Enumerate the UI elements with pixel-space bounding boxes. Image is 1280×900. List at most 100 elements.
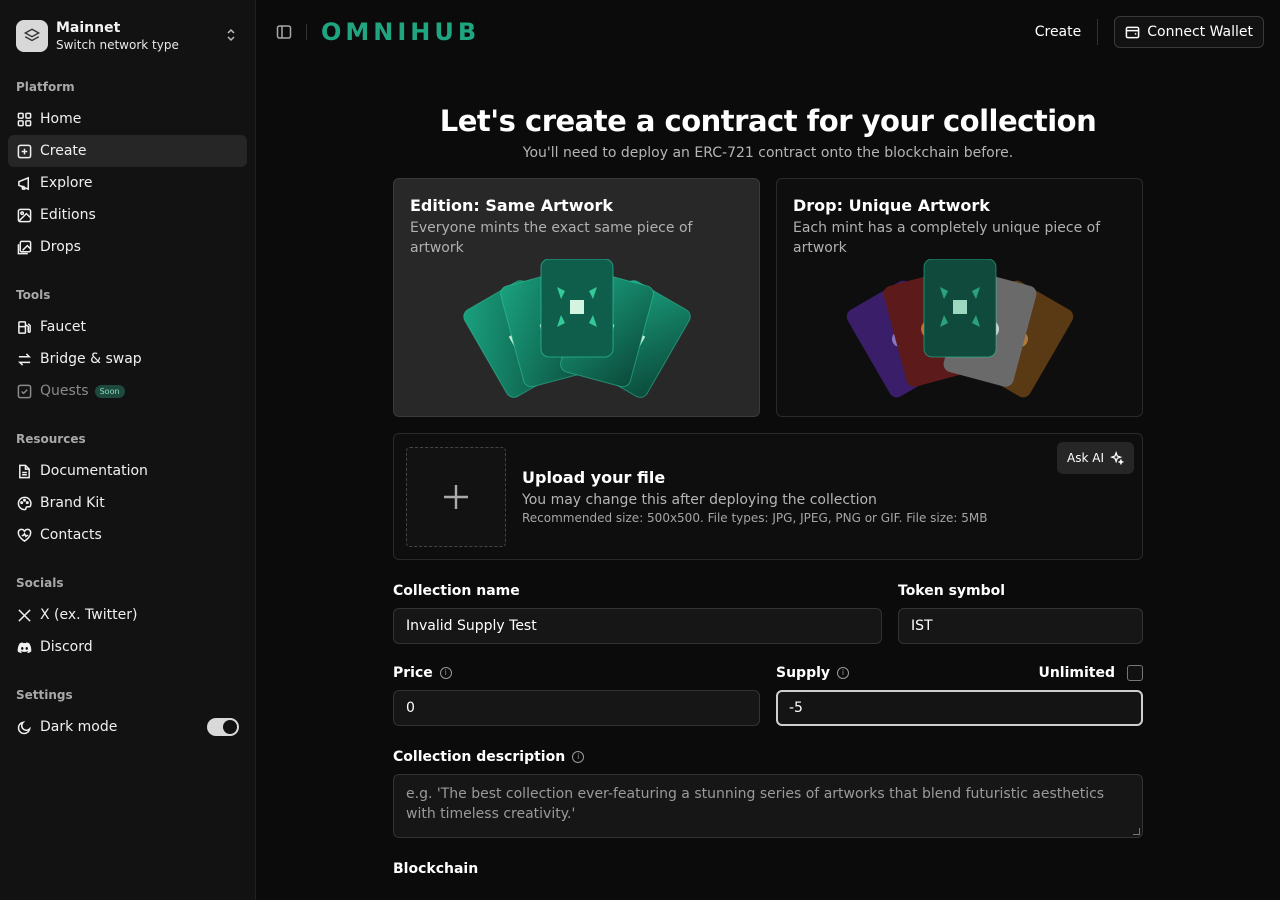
page-subtitle: You'll need to deploy an ERC-721 contrac… bbox=[522, 145, 1014, 161]
create-link[interactable]: Create bbox=[1019, 24, 1098, 40]
plus-square-icon bbox=[16, 143, 32, 159]
price-label: Price bbox=[393, 665, 433, 681]
dark-mode-row: Dark mode bbox=[8, 711, 247, 743]
token-symbol-label: Token symbol bbox=[898, 583, 1006, 599]
info-icon[interactable]: i bbox=[837, 667, 850, 679]
sidebar-item-quests: Quests Soon bbox=[8, 375, 247, 407]
collection-name-label: Collection name bbox=[393, 583, 520, 599]
section-label-tools: Tools bbox=[16, 288, 51, 302]
ask-ai-button[interactable]: Ask AI bbox=[1057, 442, 1134, 474]
network-title: Mainnet bbox=[56, 19, 121, 36]
sidebar-item-explore[interactable]: Explore bbox=[8, 167, 247, 199]
sidebar-item-label: Faucet bbox=[40, 319, 87, 335]
sidebar-item-label: Explore bbox=[40, 175, 93, 191]
supply-input[interactable]: -5 bbox=[776, 690, 1143, 726]
sidebar-item-x-twitter[interactable]: X (ex. Twitter) bbox=[8, 599, 247, 631]
chevrons-up-down-icon bbox=[223, 28, 239, 45]
sidebar-item-bridge-swap[interactable]: Bridge & swap bbox=[8, 343, 247, 375]
sidebar-item-label: Drops bbox=[40, 239, 81, 255]
unlimited-label: Unlimited bbox=[1038, 665, 1115, 681]
fuel-icon bbox=[16, 319, 32, 335]
collection-name-input[interactable]: Invalid Supply Test bbox=[393, 608, 882, 644]
edition-artwork-illustration bbox=[462, 259, 691, 398]
section-label-socials: Socials bbox=[16, 576, 64, 590]
card-description: Everyone mints the exact same piece of a… bbox=[410, 220, 693, 256]
sidebar: Mainnet Switch network type Platform Hom… bbox=[0, 0, 256, 900]
sidebar-item-label: Discord bbox=[40, 639, 93, 655]
supply-label: Supply bbox=[776, 665, 831, 681]
heart-icon bbox=[16, 527, 32, 543]
check-square-icon bbox=[16, 383, 32, 399]
plus-icon bbox=[444, 484, 468, 509]
dark-mode-toggle[interactable] bbox=[207, 718, 239, 736]
sidebar-item-brand-kit[interactable]: Brand Kit bbox=[8, 487, 247, 519]
topbar: OMNIHUB Create Connect Wallet bbox=[256, 0, 1280, 64]
sidebar-item-documentation[interactable]: Documentation bbox=[8, 455, 247, 487]
connect-wallet-label: Connect Wallet bbox=[1147, 24, 1253, 40]
sidebar-item-label: Create bbox=[40, 143, 87, 159]
main-content: OMNIHUB Create Connect Wallet Let's crea… bbox=[256, 0, 1280, 900]
sidebar-item-label: Documentation bbox=[40, 463, 148, 479]
network-subtitle: Switch network type bbox=[56, 37, 179, 52]
palette-icon bbox=[16, 495, 32, 511]
sparkles-icon bbox=[1110, 451, 1124, 465]
price-input[interactable]: 0 bbox=[393, 690, 760, 726]
file-icon bbox=[16, 463, 32, 479]
megaphone-icon bbox=[16, 175, 32, 191]
sidebar-item-label: Bridge & swap bbox=[40, 351, 142, 367]
token-symbol-input[interactable]: IST bbox=[898, 608, 1143, 644]
sidebar-item-faucet[interactable]: Faucet bbox=[8, 311, 247, 343]
upload-dropzone[interactable] bbox=[406, 446, 506, 547]
sidebar-item-label: Home bbox=[40, 111, 82, 127]
edition-card[interactable]: Edition: Same Artwork Everyone mints the… bbox=[393, 178, 760, 417]
grid-icon bbox=[16, 111, 32, 127]
sidebar-item-create[interactable]: Create bbox=[8, 135, 247, 167]
sidebar-item-label: Contacts bbox=[40, 527, 102, 543]
sidebar-item-label: Quests bbox=[40, 383, 89, 399]
card-title: Drop: Unique Artwork bbox=[793, 196, 990, 215]
sidebar-item-home[interactable]: Home bbox=[8, 103, 247, 135]
soon-badge: Soon bbox=[94, 384, 125, 398]
network-switcher[interactable]: Mainnet Switch network type bbox=[8, 16, 247, 56]
sidebar-item-label: Brand Kit bbox=[40, 495, 105, 511]
blockchain-label: Blockchain bbox=[393, 861, 479, 877]
drop-card[interactable]: Drop: Unique Artwork Each mint has a com… bbox=[776, 178, 1143, 417]
images-icon bbox=[16, 239, 32, 255]
info-icon[interactable]: i bbox=[572, 751, 585, 763]
card-title: Edition: Same Artwork bbox=[410, 196, 613, 215]
info-icon[interactable]: i bbox=[439, 667, 452, 679]
upload-subtitle: You may change this after deploying the … bbox=[522, 492, 877, 508]
omnihub-logo[interactable]: OMNIHUB bbox=[321, 20, 480, 44]
sidebar-toggle-icon[interactable] bbox=[274, 22, 294, 42]
upload-panel: Upload your file You may change this aft… bbox=[393, 433, 1143, 560]
upload-title: Upload your file bbox=[522, 468, 666, 487]
x-icon bbox=[16, 607, 32, 623]
unlimited-checkbox[interactable] bbox=[1127, 665, 1143, 681]
connect-wallet-button[interactable]: Connect Wallet bbox=[1114, 16, 1264, 48]
discord-icon bbox=[16, 639, 32, 655]
drop-artwork-illustration bbox=[846, 259, 1073, 398]
sidebar-item-label: Editions bbox=[40, 207, 96, 223]
upload-note: Recommended size: 500x500. File types: J… bbox=[522, 511, 988, 525]
section-label-resources: Resources bbox=[16, 432, 86, 446]
wallet-icon bbox=[1125, 26, 1140, 38]
moon-icon bbox=[16, 719, 32, 735]
section-label-platform: Platform bbox=[16, 80, 75, 94]
section-label-settings: Settings bbox=[16, 688, 73, 702]
collection-description-label: Collection description bbox=[393, 749, 566, 765]
page-title: Let's create a contract for your collect… bbox=[439, 104, 1097, 138]
sidebar-item-drops[interactable]: Drops bbox=[8, 231, 247, 263]
dark-mode-label: Dark mode bbox=[40, 719, 118, 735]
topbar-divider bbox=[306, 24, 307, 40]
topbar-divider bbox=[1097, 19, 1099, 45]
ask-ai-label: Ask AI bbox=[1067, 451, 1104, 465]
layers-icon bbox=[16, 20, 48, 52]
sidebar-item-contacts[interactable]: Contacts bbox=[8, 519, 247, 551]
arrows-icon bbox=[16, 351, 32, 367]
sidebar-item-discord[interactable]: Discord bbox=[8, 631, 247, 663]
sidebar-item-label: X (ex. Twitter) bbox=[40, 607, 138, 623]
image-icon bbox=[16, 207, 32, 223]
collection-description-textarea[interactable]: e.g. 'The best collection ever-featuring… bbox=[393, 774, 1143, 838]
sidebar-item-editions[interactable]: Editions bbox=[8, 199, 247, 231]
card-description: Each mint has a completely unique piece … bbox=[793, 220, 1101, 256]
